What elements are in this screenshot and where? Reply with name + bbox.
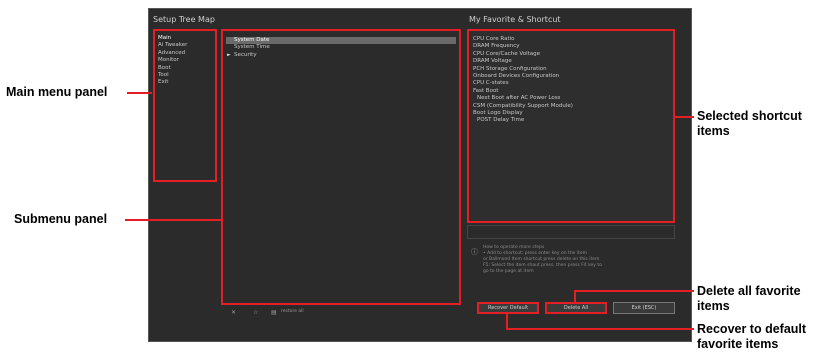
callout-delete-all: Delete all favorite items bbox=[697, 284, 801, 313]
shortcut-item[interactable]: CSM (Compatibility Support Module) bbox=[473, 103, 669, 110]
shortcut-item[interactable]: DRAM Voltage bbox=[473, 58, 669, 65]
callout-main-menu-panel: Main menu panel bbox=[6, 85, 108, 99]
callout-line-recover-h bbox=[506, 328, 694, 330]
shortcut-item[interactable]: Next Boot after AC Power Loss bbox=[473, 95, 669, 102]
submenu-item-security-label: Security bbox=[234, 51, 257, 58]
callout-line-shortcut bbox=[674, 116, 694, 118]
callout-line-delete-v bbox=[574, 290, 576, 302]
callout-line-main-menu bbox=[127, 92, 152, 94]
submenu-item-system-date[interactable]: System Date bbox=[226, 37, 456, 45]
main-menu-panel: Main Ai Tweaker Advanced Monitor Boot To… bbox=[153, 29, 217, 182]
main-menu-item-advanced[interactable]: Advanced bbox=[158, 50, 212, 57]
shortcut-item[interactable]: CPU Core Ratio bbox=[473, 36, 669, 43]
submenu-item-security[interactable]: ► Security bbox=[226, 52, 456, 59]
main-menu-item-exit[interactable]: Exit bbox=[158, 79, 212, 86]
restore-all-link[interactable]: restore all bbox=[281, 309, 304, 314]
recover-default-button[interactable]: Recover Default bbox=[477, 302, 539, 314]
help-text: How to operate more steps • Add to short… bbox=[483, 245, 602, 274]
delete-all-button[interactable]: Delete All bbox=[545, 302, 607, 314]
help-icon: ⓘ bbox=[471, 248, 478, 256]
shortcut-items-panel: CPU Core Ratio DRAM Frequency CPU Core/C… bbox=[467, 29, 675, 223]
expand-arrow-icon: ► bbox=[227, 51, 231, 58]
callout-recover-default: Recover to default favorite items bbox=[697, 322, 807, 351]
shortcut-item[interactable]: DRAM Frequency bbox=[473, 43, 669, 50]
main-menu-item-ai-tweaker[interactable]: Ai Tweaker bbox=[158, 42, 212, 49]
shortcut-item[interactable]: CPU C-states bbox=[473, 80, 669, 87]
shortcut-item[interactable]: PCH Storage Configuration bbox=[473, 66, 669, 73]
shortcut-item[interactable]: CPU Core/Cache Voltage bbox=[473, 51, 669, 58]
callout-selected-shortcut: Selected shortcut items bbox=[697, 109, 802, 138]
delete-icon[interactable]: ✕ bbox=[231, 309, 236, 316]
main-menu-item-tool[interactable]: Tool bbox=[158, 72, 212, 79]
shortcut-list-extension bbox=[467, 225, 675, 239]
callout-line-submenu bbox=[125, 219, 222, 221]
shortcut-item[interactable]: Boot Logo Display bbox=[473, 110, 669, 117]
main-menu-item-main[interactable]: Main bbox=[158, 35, 212, 42]
main-menu-item-monitor[interactable]: Monitor bbox=[158, 57, 212, 64]
my-favorite-title: My Favorite & Shortcut bbox=[469, 15, 561, 24]
callout-submenu-panel: Submenu panel bbox=[14, 212, 108, 226]
callout-line-recover-v bbox=[506, 313, 508, 330]
main-menu-item-boot[interactable]: Boot bbox=[158, 65, 212, 72]
exit-button[interactable]: Exit (ESC) bbox=[613, 302, 675, 314]
shortcut-item[interactable]: Fast Boot bbox=[473, 88, 669, 95]
shortcut-item[interactable]: Onboard Devices Configuration bbox=[473, 73, 669, 80]
restore-icon[interactable]: ▤ bbox=[271, 309, 277, 316]
submenu-item-system-time[interactable]: System Time bbox=[226, 44, 456, 51]
shortcut-item[interactable]: POST Delay Time bbox=[473, 117, 669, 124]
callout-line-delete-h bbox=[574, 290, 694, 292]
submenu-panel: System Date System Time ► Security bbox=[221, 29, 461, 305]
star-icon[interactable]: ☆ bbox=[253, 309, 258, 316]
setup-tree-map-title: Setup Tree Map bbox=[153, 15, 215, 24]
